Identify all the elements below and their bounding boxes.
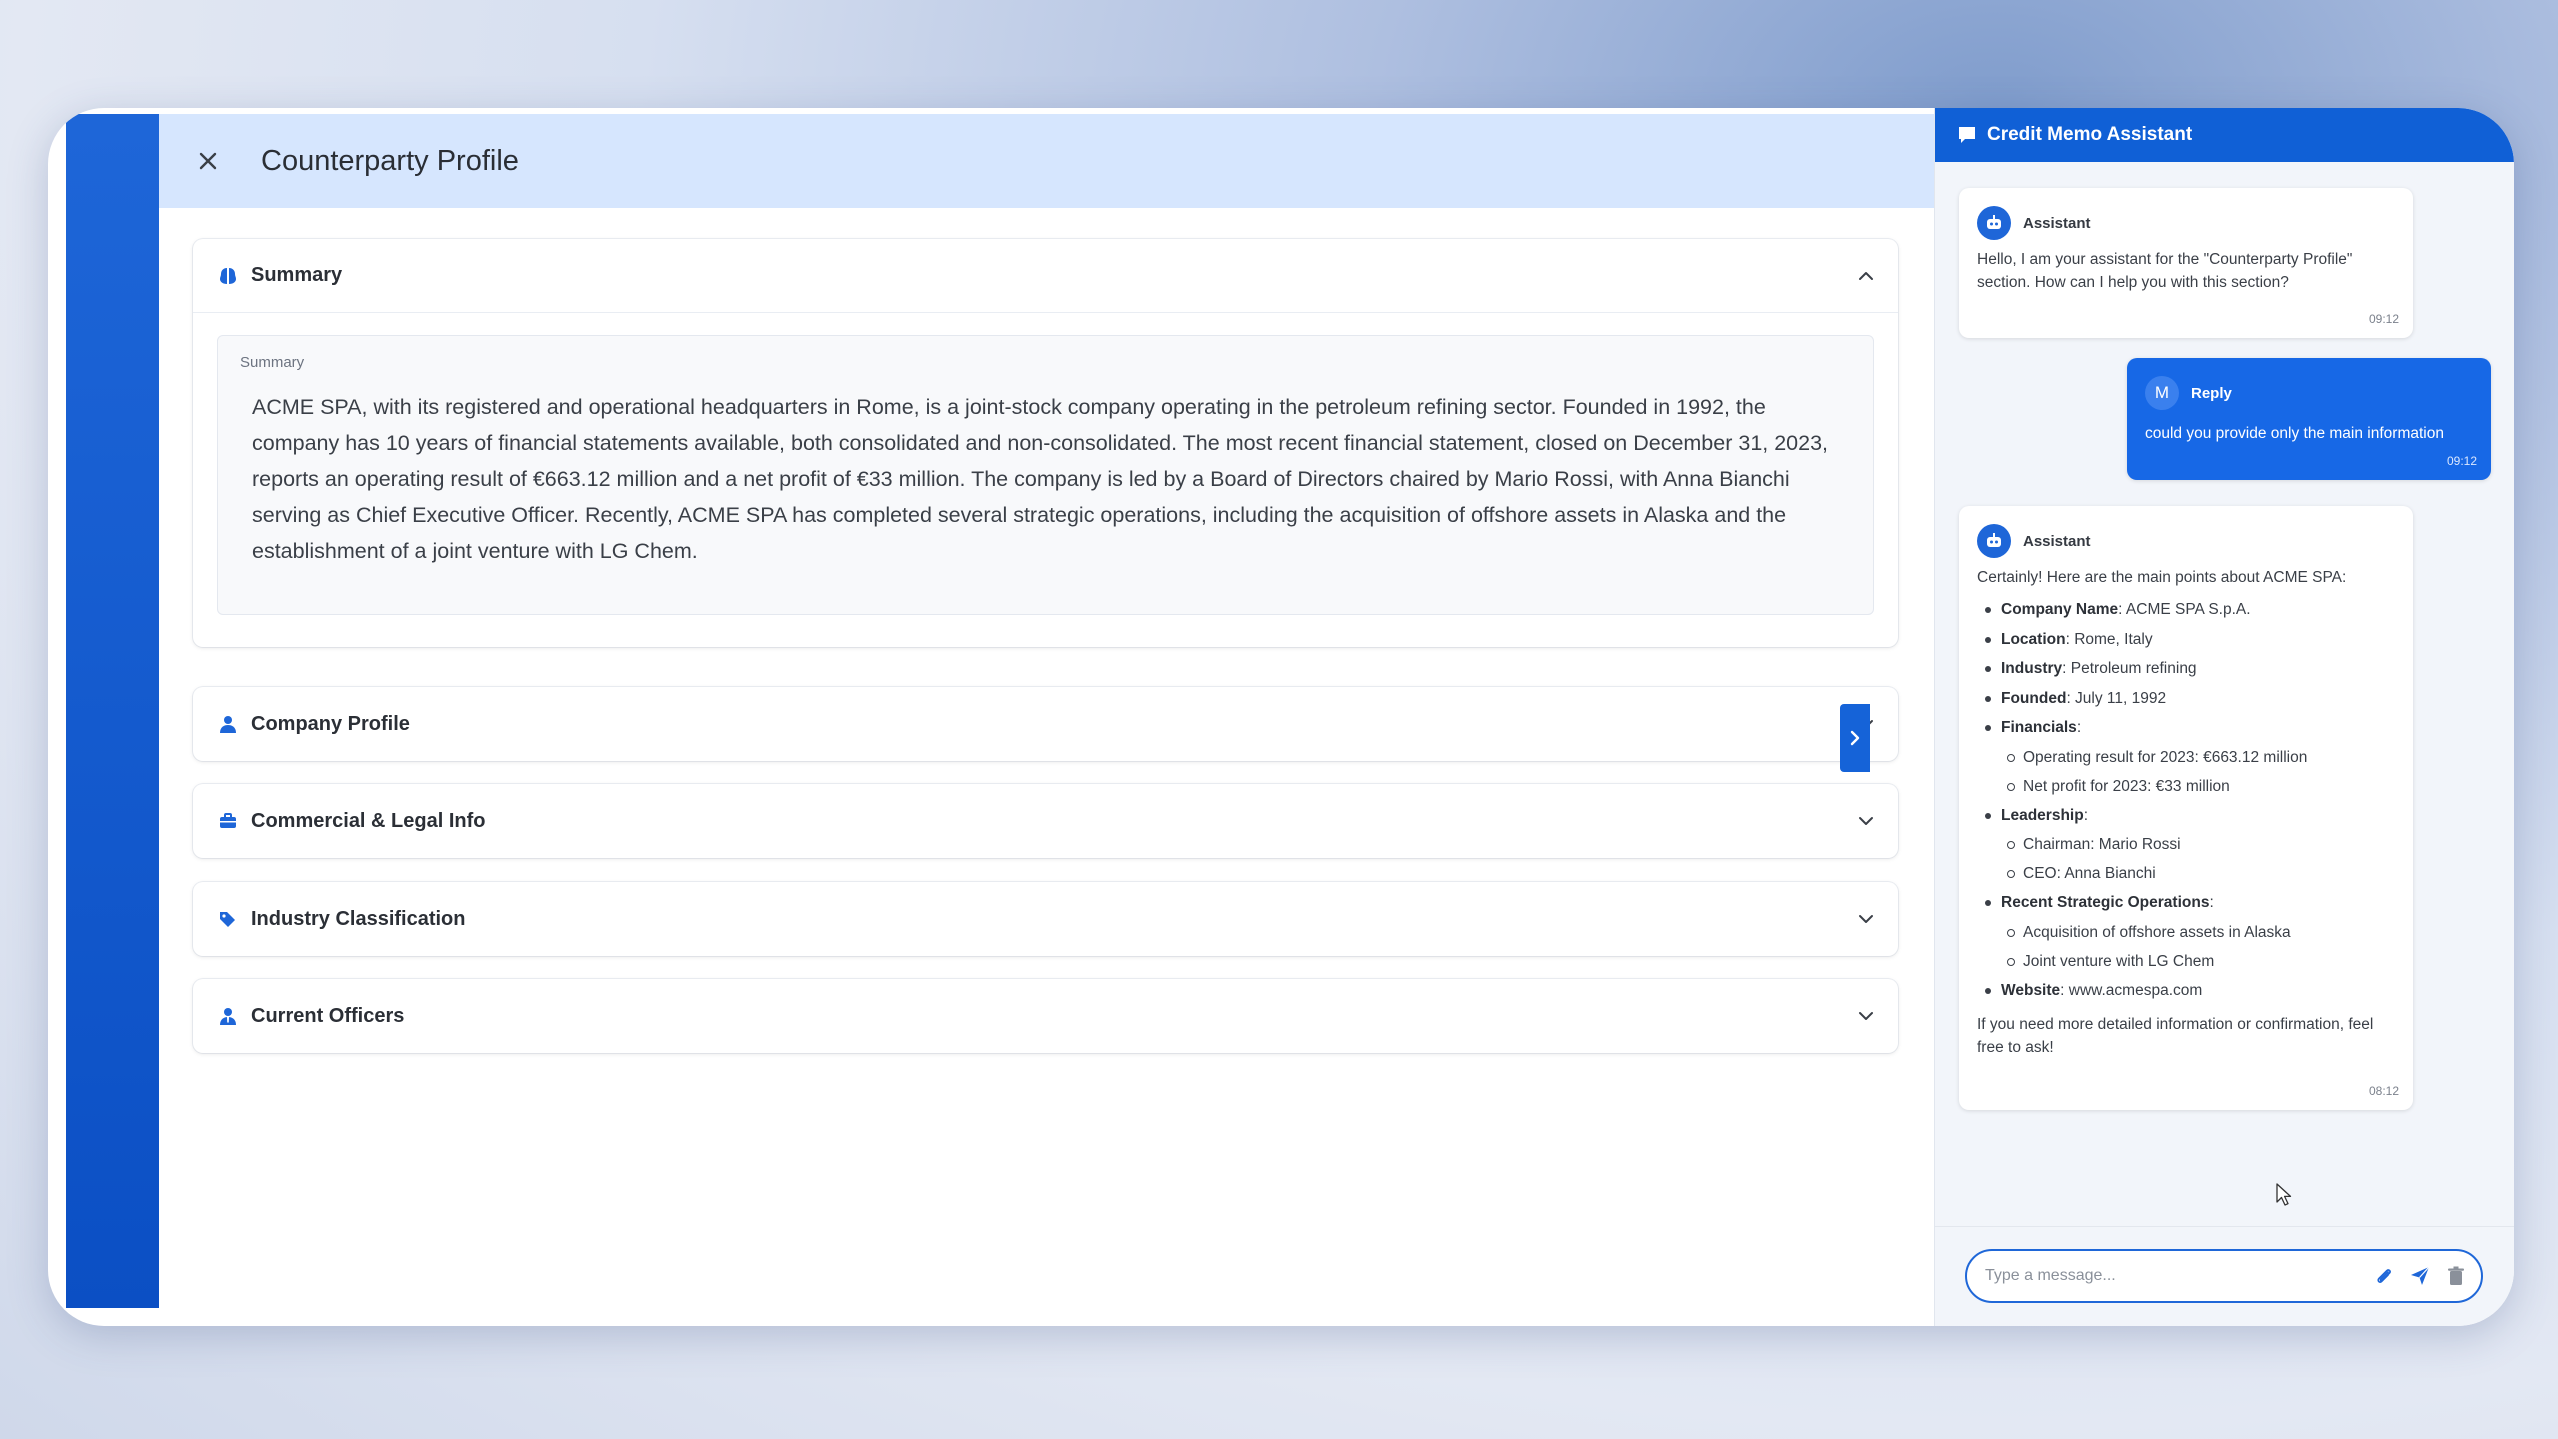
author-name: Assistant	[2023, 214, 2091, 232]
list-item: Location: Rome, Italy	[1977, 625, 2395, 655]
message-time: 09:12	[2446, 454, 2477, 468]
summary-section: Summary Summary ACME SPA, with its regis…	[193, 239, 1898, 647]
summary-field-label: Summary	[240, 354, 305, 371]
main-panel: Counterparty Profile Summary Summary ACM…	[159, 114, 1934, 1308]
list-item: Financials:	[1977, 713, 2395, 743]
sub-list-item: CEO: Anna Bianchi	[1977, 859, 2395, 888]
sub-list-item: Net profit for 2023: €33 million	[1977, 772, 2395, 801]
message-author: Assistant	[1977, 524, 2395, 558]
collapse-chat-button[interactable]	[1840, 704, 1870, 772]
user-tie-icon	[217, 1005, 239, 1027]
chat-panel: Credit Memo Assistant Assistant Hello, I…	[1934, 108, 2514, 1326]
commercial-legal-header[interactable]: Commercial & Legal Info	[193, 784, 1898, 858]
chevron-down-icon[interactable]	[1856, 1006, 1876, 1026]
company-profile-section[interactable]: Company Profile	[193, 687, 1898, 761]
industry-classification-section[interactable]: Industry Classification	[193, 882, 1898, 956]
page-title: Counterparty Profile	[261, 144, 519, 177]
list-item: Leadership:	[1977, 801, 2395, 831]
send-icon[interactable]	[2409, 1265, 2431, 1287]
chevron-right-icon	[1850, 730, 1860, 746]
tags-icon	[217, 908, 239, 930]
chevron-down-icon[interactable]	[1856, 909, 1876, 929]
summary-text: ACME SPA, with its registered and operat…	[252, 395, 1829, 563]
current-officers-section[interactable]: Current Officers	[193, 979, 1898, 1053]
sub-list-item: Acquisition of offshore assets in Alaska	[1977, 918, 2395, 947]
trash-icon[interactable]	[2445, 1265, 2467, 1287]
summary-field: Summary ACME SPA, with its registered an…	[217, 335, 1874, 615]
composer-actions	[2373, 1265, 2467, 1287]
app-window: Counterparty Profile Summary Summary ACM…	[48, 108, 2514, 1326]
paperclip-icon[interactable]	[2373, 1265, 2395, 1287]
summary-header[interactable]: Summary	[193, 239, 1898, 313]
list-item: Industry: Petroleum refining	[1977, 654, 2395, 684]
summary-label: Summary	[251, 264, 343, 286]
message-text: Hello, I am your assistant for the "Coun…	[1977, 251, 2353, 291]
chevron-up-icon[interactable]	[1856, 266, 1876, 286]
divider	[1935, 1226, 2514, 1227]
author-name: Assistant	[2023, 532, 2091, 550]
robot-icon	[1977, 524, 2011, 558]
commercial-legal-label: Commercial & Legal Info	[251, 809, 486, 832]
robot-icon	[1977, 206, 2011, 240]
chat-icon	[1959, 127, 1975, 143]
message-time: 09:12	[2368, 312, 2399, 326]
sub-list-item: Chairman: Mario Rossi	[1977, 830, 2395, 859]
author-name: Reply	[2191, 384, 2232, 402]
assistant-message: Assistant Certainly! Here are the main p…	[1959, 506, 2413, 1110]
commercial-legal-section[interactable]: Commercial & Legal Info	[193, 784, 1898, 858]
brain-icon	[217, 265, 239, 287]
message-outro: If you need more detailed information or…	[1977, 1016, 2374, 1056]
main-points-list: Company Name: ACME SPA S.p.A. Location: …	[1977, 595, 2395, 1005]
current-officers-label: Current Officers	[251, 1004, 405, 1027]
sub-list-item: Operating result for 2023: €663.12 milli…	[1977, 743, 2395, 772]
chat-header: Credit Memo Assistant	[1935, 108, 2514, 162]
industry-classification-header[interactable]: Industry Classification	[193, 882, 1898, 956]
chat-title: Credit Memo Assistant	[1987, 124, 2193, 145]
list-item: Recent Strategic Operations:	[1977, 888, 2395, 918]
main-header: Counterparty Profile	[159, 114, 1934, 208]
person-icon	[217, 713, 239, 735]
user-message: M Reply could you provide only the main …	[2127, 358, 2491, 480]
list-item: Website: www.acmespa.com	[1977, 976, 2395, 1006]
message-input[interactable]	[1985, 1267, 2365, 1285]
current-officers-header[interactable]: Current Officers	[193, 979, 1898, 1053]
company-profile-label: Company Profile	[251, 712, 410, 735]
close-icon	[199, 152, 217, 170]
message-composer	[1965, 1249, 2483, 1303]
message-author: M Reply	[2145, 376, 2473, 410]
list-item: Company Name: ACME SPA S.p.A.	[1977, 595, 2395, 625]
list-item: Founded: July 11, 1992	[1977, 684, 2395, 714]
chevron-down-icon[interactable]	[1856, 811, 1876, 831]
message-time: 08:12	[2368, 1084, 2399, 1098]
message-author: Assistant	[1977, 206, 2395, 240]
industry-classification-label: Industry Classification	[251, 907, 466, 930]
assistant-message: Assistant Hello, I am your assistant for…	[1959, 188, 2413, 338]
sub-list-item: Joint venture with LG Chem	[1977, 947, 2395, 976]
mouse-cursor-icon	[2276, 1183, 2292, 1206]
message-text: could you provide only the main informat…	[2145, 425, 2444, 442]
message-intro: Certainly! Here are the main points abou…	[1977, 569, 2347, 586]
left-rail	[66, 114, 159, 1308]
company-profile-header[interactable]: Company Profile	[193, 687, 1898, 761]
briefcase-icon	[217, 810, 239, 832]
avatar: M	[2145, 376, 2179, 410]
close-button[interactable]	[193, 146, 223, 176]
